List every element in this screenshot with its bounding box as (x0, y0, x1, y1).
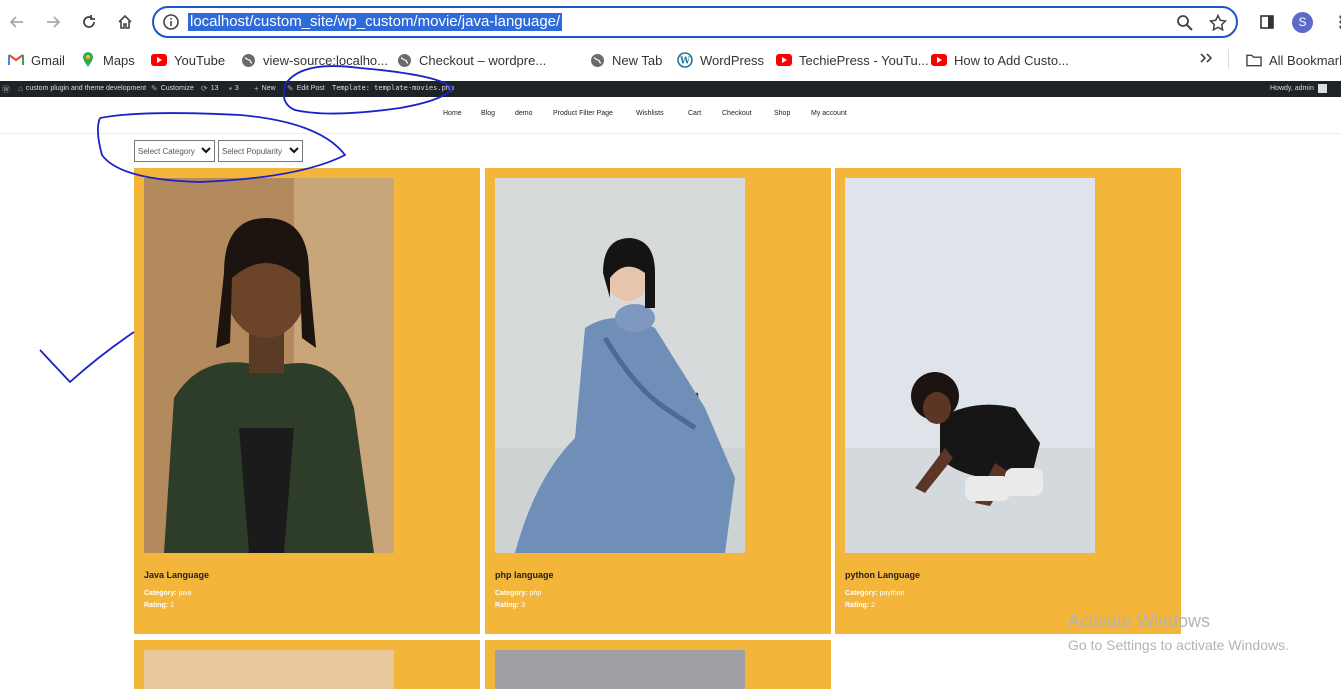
folder-icon (1246, 52, 1262, 68)
admin-customize[interactable]: ✎ Customize (151, 84, 194, 93)
category-select[interactable]: Select Category (134, 140, 215, 162)
movie-photo[interactable] (144, 650, 394, 689)
movie-title[interactable]: Java Language (144, 570, 209, 580)
nav-wishlists[interactable]: Wishlists (636, 110, 664, 117)
admin-account[interactable]: Howdy, admin (1270, 84, 1327, 93)
svg-text:W: W (679, 57, 691, 67)
activate-windows-subtitle: Go to Settings to activate Windows. (1068, 637, 1289, 653)
bookmark-youtube[interactable]: YouTube (151, 52, 225, 68)
movie-rating: Rating: 1 (144, 602, 174, 609)
pencil-icon: ✎ (287, 84, 294, 93)
movie-rating: Rating: 3 (495, 602, 525, 609)
wordpress-icon: W (677, 52, 693, 68)
bookmark-checkout[interactable]: Checkout – wordpre... (396, 52, 546, 68)
globe-icon (589, 52, 605, 68)
admin-updates[interactable]: ⟳ 13 (201, 84, 219, 93)
admin-edit-post[interactable]: ✎ Edit Post (287, 84, 325, 93)
bookmark-techiepress[interactable]: TechiePress - YouTu... (776, 52, 929, 68)
more-menu-icon[interactable] (1329, 10, 1341, 34)
movie-card[interactable]: Java Language Category: java Rating: 1 (134, 168, 480, 634)
side-panel-icon[interactable] (1255, 10, 1279, 34)
bookmarks-bar: Gmail Maps YouTube view-source:localho..… (0, 46, 1341, 76)
admin-avatar (1317, 84, 1327, 93)
movie-card[interactable] (134, 640, 480, 689)
admin-comments[interactable]: ▪ 3 (229, 84, 239, 93)
bookmark-view-source[interactable]: view-source:localho... (240, 52, 388, 68)
nav-cart[interactable]: Cart (688, 110, 701, 117)
movie-photo[interactable] (495, 178, 745, 553)
movie-title[interactable]: php language (495, 570, 554, 580)
browser-toolbar: localhost/custom_site/wp_custom/movie/ja… (0, 0, 1341, 46)
activate-windows-title: Activate Windows (1068, 611, 1211, 631)
popularity-select[interactable]: Select Popularity (218, 140, 303, 162)
annotation-checkmark (39, 331, 135, 384)
plus-icon: + (254, 84, 259, 93)
movie-category: Category: java (144, 590, 192, 597)
pencil-icon: ✎ (151, 84, 158, 93)
address-bar[interactable]: localhost/custom_site/wp_custom/movie/ja… (152, 6, 1238, 38)
home-icon[interactable] (113, 10, 137, 34)
movie-card[interactable]: php language Category: php Rating: 3 (485, 168, 831, 634)
back-icon[interactable] (5, 10, 29, 34)
url-text[interactable]: localhost/custom_site/wp_custom/movie/ja… (188, 13, 563, 31)
nav-product-filter[interactable]: Product Filter Page (553, 110, 613, 117)
updates-icon: ⟳ (201, 84, 208, 93)
movie-rating: Rating: 2 (845, 602, 875, 609)
bookmarks-overflow-icon[interactable] (1199, 52, 1213, 64)
site-navigation: Home Blog demo Product Filter Page Wishl… (0, 97, 1341, 134)
site-info-icon[interactable] (162, 13, 180, 31)
globe-icon (396, 52, 412, 68)
admin-site-name[interactable]: ⌂ custom plugin and theme development (18, 84, 146, 93)
movie-category: Category: php (495, 590, 542, 597)
bookmark-gmail[interactable]: Gmail (8, 52, 65, 68)
zoom-icon[interactable] (1176, 14, 1194, 32)
nav-my-account[interactable]: My account (811, 110, 847, 117)
forward-icon[interactable] (41, 10, 65, 34)
nav-demo[interactable]: demo (515, 110, 533, 117)
nav-blog[interactable]: Blog (481, 110, 495, 117)
bookmark-wordpress[interactable]: W WordPress (677, 52, 764, 68)
movie-card[interactable] (485, 640, 831, 689)
globe-icon (240, 52, 256, 68)
comment-icon: ▪ (229, 84, 232, 93)
all-bookmarks[interactable]: All Bookmarks (1246, 52, 1341, 68)
movie-photo[interactable] (495, 650, 745, 689)
maps-icon (80, 52, 96, 68)
home-icon: ⌂ (18, 84, 23, 93)
movie-photo[interactable] (845, 178, 1095, 553)
bookmark-how-to-add[interactable]: How to Add Custo... (931, 52, 1069, 68)
bookmark-star-icon[interactable] (1208, 13, 1228, 32)
youtube-icon (151, 52, 167, 68)
youtube-icon (776, 52, 792, 68)
admin-new[interactable]: + New (254, 84, 276, 93)
bookmarks-divider (1228, 49, 1229, 69)
gmail-icon (8, 52, 24, 68)
movie-category: Category: paython (845, 590, 905, 597)
nav-shop[interactable]: Shop (774, 110, 790, 117)
chevron-down-icon (289, 145, 299, 157)
youtube-icon (931, 52, 947, 68)
chevron-down-icon (201, 145, 211, 157)
movie-photo[interactable] (144, 178, 394, 553)
profile-avatar[interactable]: S (1292, 12, 1313, 33)
nav-checkout[interactable]: Checkout (722, 110, 752, 117)
nav-home[interactable]: Home (443, 110, 462, 117)
reload-icon[interactable] (77, 10, 101, 34)
bookmark-new-tab[interactable]: New Tab (589, 52, 662, 68)
wp-logo-icon[interactable]: Ⓦ (2, 84, 13, 95)
movie-title[interactable]: python Language (845, 570, 920, 580)
bookmark-maps[interactable]: Maps (80, 52, 135, 68)
movie-card[interactable]: python Language Category: paython Rating… (835, 168, 1181, 634)
wp-admin-bar: Ⓦ ⌂ custom plugin and theme development ✎… (0, 81, 1341, 97)
admin-template-info[interactable]: Template: template-movies.php (332, 84, 454, 92)
